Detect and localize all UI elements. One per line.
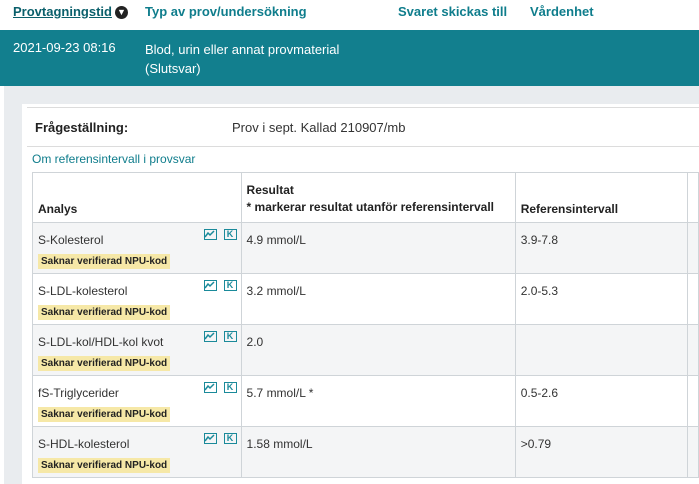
sort-down-icon[interactable]: ▼ [114, 6, 128, 19]
result-detail-panel: Frågeställning: Prov i sept. Kallad 2109… [4, 86, 699, 484]
reference-cell: >0.79 [514, 426, 688, 478]
row-icons: K [197, 382, 237, 396]
reference-header: Referensintervall [514, 172, 688, 223]
reference-value: 2.0-5.3 [520, 284, 559, 298]
chart-icon[interactable] [203, 331, 217, 342]
overflow-column-header [686, 172, 699, 223]
chart-icon[interactable] [203, 382, 217, 393]
table-row: S-HDL-kolesterol Saknar verifierad NPU-k… [32, 426, 699, 478]
result-cell: 3.2 mmol/L [240, 273, 516, 325]
reference-cell: 2.0-5.3 [514, 273, 688, 325]
header-unit[interactable]: Vårdenhet [530, 4, 594, 19]
result-value: 3.2 mmol/L [246, 284, 306, 298]
npu-badge: Saknar verifierad NPU-kod [38, 254, 171, 269]
k-icon[interactable]: K [223, 280, 237, 291]
result-cell: 4.9 mmol/L [240, 222, 516, 274]
selected-result-row[interactable]: 2021-09-23 08:16 Blod, urin eller annat … [0, 30, 699, 86]
result-cell: 2.0 [240, 324, 516, 376]
analys-cell: fS-Triglycerider Saknar verifierad NPU-k… [32, 375, 242, 427]
overflow-cell [686, 324, 699, 376]
row-icons: K [197, 229, 237, 243]
result-date: 2021-09-23 08:16 [13, 40, 116, 55]
header-type[interactable]: Typ av prov/undersökning [145, 4, 307, 19]
overflow-cell [686, 426, 699, 478]
reference-value: >0.79 [520, 437, 552, 451]
chart-icon[interactable] [203, 229, 217, 240]
row-icons: K [197, 433, 237, 447]
result-detail-content: Frågeställning: Prov i sept. Kallad 2109… [22, 104, 699, 484]
k-icon[interactable]: K [223, 331, 237, 342]
result-value: 2.0 [246, 335, 264, 349]
analys-cell: S-LDL-kolesterol Saknar verifierad NPU-k… [32, 273, 242, 325]
k-icon[interactable]: K [223, 382, 237, 393]
results-header: Provtagningstid ▼ Typ av prov/undersöknin… [0, 0, 699, 30]
result-value: 5.7 mmol/L * [246, 386, 314, 400]
reference-value: 0.5-2.6 [520, 386, 559, 400]
result-header-line1: Resultat [246, 183, 294, 197]
row-icons: K [197, 331, 237, 345]
analys-cell: S-Kolesterol Saknar verifierad NPU-kod K [32, 222, 242, 274]
npu-badge: Saknar verifierad NPU-kod [38, 305, 171, 320]
header-date-label[interactable]: Provtagningstid [13, 4, 112, 19]
reference-interval-link[interactable]: Om referensintervall i provsvar [32, 152, 195, 166]
npu-badge: Saknar verifierad NPU-kod [38, 407, 171, 422]
question-label: Frågeställning: [35, 120, 129, 135]
reference-cell [514, 324, 688, 376]
table-row: fS-Triglycerider Saknar verifierad NPU-k… [32, 375, 699, 427]
question-row: Frågeställning: Prov i sept. Kallad 2109… [27, 107, 699, 147]
table-row: S-LDL-kolesterol Saknar verifierad NPU-k… [32, 273, 699, 325]
chart-icon[interactable] [203, 280, 217, 291]
k-icon[interactable]: K [223, 229, 237, 240]
reference-cell: 3.9-7.8 [514, 222, 688, 274]
overflow-cell [686, 222, 699, 274]
result-header: Resultat * markerar resultat utanför ref… [240, 172, 516, 223]
reference-cell: 0.5-2.6 [514, 375, 688, 427]
overflow-cell [686, 273, 699, 325]
analys-cell: S-LDL-kol/HDL-kol kvot Saknar verifierad… [32, 324, 242, 376]
result-value: 4.9 mmol/L [246, 233, 306, 247]
result-header-line2: * markerar resultat utanför referensinte… [246, 200, 494, 214]
header-sent-to[interactable]: Svaret skickas till [398, 4, 507, 19]
reference-value: 3.9-7.8 [520, 233, 559, 247]
result-description: Blod, urin eller annat provmaterial (Slu… [145, 40, 375, 78]
analys-header: Analys [32, 172, 242, 223]
result-value: 1.58 mmol/L [246, 437, 313, 451]
npu-badge: Saknar verifierad NPU-kod [38, 356, 171, 371]
k-icon[interactable]: K [223, 433, 237, 444]
row-icons: K [197, 280, 237, 294]
analys-cell: S-HDL-kolesterol Saknar verifierad NPU-k… [32, 426, 242, 478]
question-value: Prov i sept. Kallad 210907/mb [232, 120, 406, 135]
sort-by-date-header[interactable]: Provtagningstid ▼ [13, 4, 128, 19]
analysis-table: Analys Resultat * markerar resultat utan… [32, 172, 699, 478]
chart-icon[interactable] [203, 433, 217, 444]
result-cell: 5.7 mmol/L * [240, 375, 516, 427]
overflow-cell [686, 375, 699, 427]
npu-badge: Saknar verifierad NPU-kod [38, 458, 171, 473]
result-status: (Slutsvar) [145, 61, 201, 76]
table-row: S-Kolesterol Saknar verifierad NPU-kod K… [32, 222, 699, 274]
result-cell: 1.58 mmol/L [240, 426, 516, 478]
table-header-row: Analys Resultat * markerar resultat utan… [32, 172, 699, 223]
table-row: S-LDL-kol/HDL-kol kvot Saknar verifierad… [32, 324, 699, 376]
result-description-text: Blod, urin eller annat provmaterial [145, 42, 340, 57]
